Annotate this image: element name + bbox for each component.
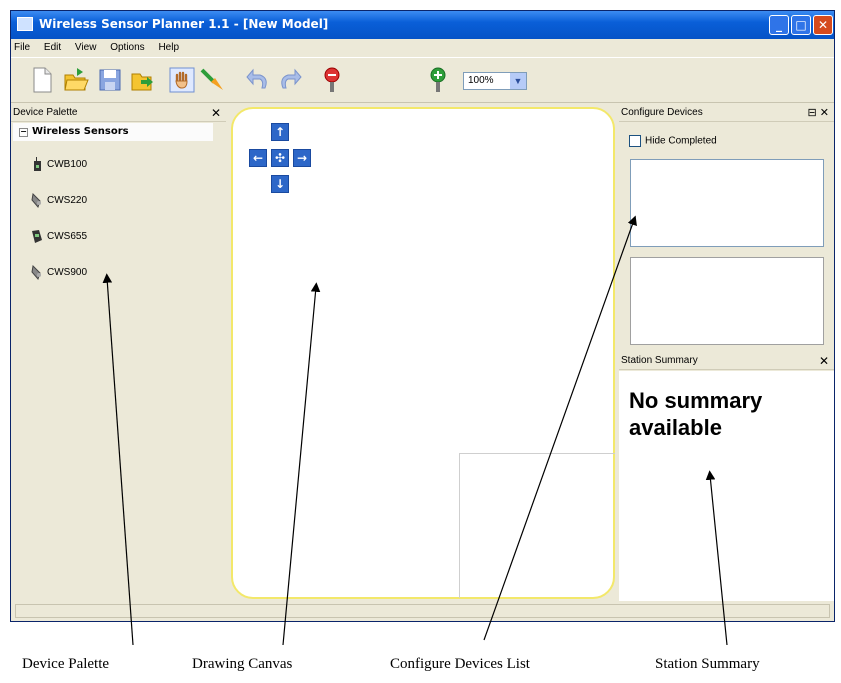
callout-drawing-canvas: Drawing Canvas [192, 656, 293, 672]
callout-configure-devices-list: Configure Devices List [390, 656, 530, 672]
configure-devices-arrow [483, 215, 637, 641]
station-summary-arrow [705, 470, 728, 646]
callout-station-summary: Station Summary [655, 656, 760, 672]
callout-device-palette: Device Palette [22, 656, 110, 672]
device-palette-arrow [102, 273, 134, 646]
drawing-canvas-arrow [282, 282, 321, 646]
annotation-arrows [102, 215, 728, 646]
